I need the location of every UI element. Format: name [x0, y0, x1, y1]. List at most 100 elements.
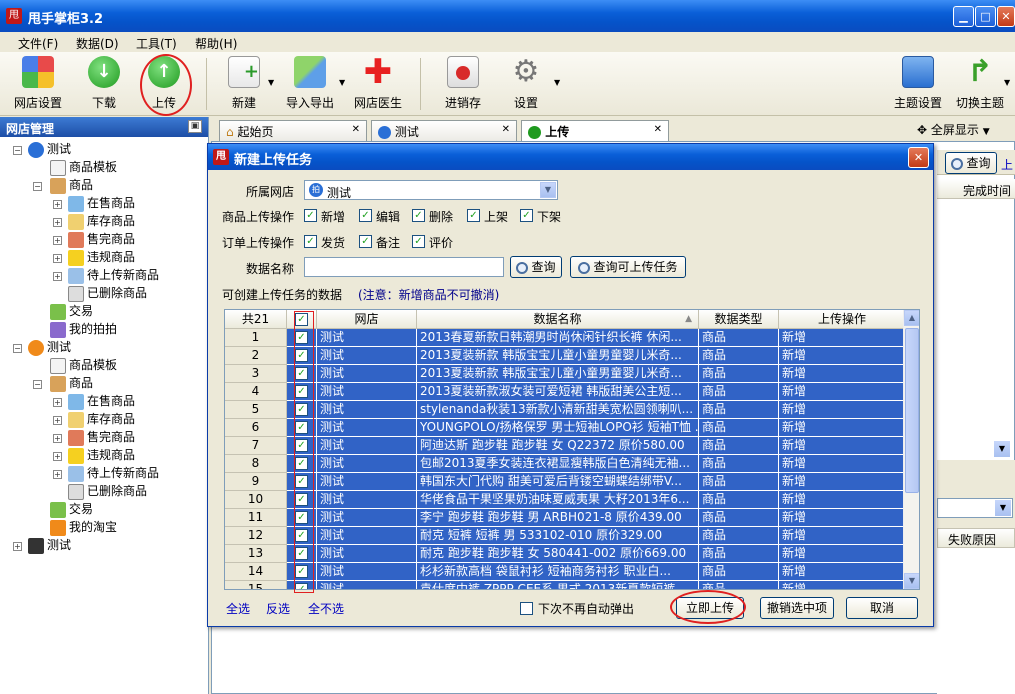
expand-icon[interactable]: +	[53, 416, 62, 425]
tree-item-template[interactable]: 商品模板	[50, 356, 117, 374]
expand-icon[interactable]: +	[53, 452, 62, 461]
checkbox-goods-delete[interactable]: ✓	[412, 209, 425, 222]
expand-icon[interactable]: +	[53, 272, 62, 281]
grid-vertical-scrollbar[interactable]: ▲ ▼	[903, 310, 919, 589]
checkbox-goods-delist[interactable]: ✓	[520, 209, 533, 222]
column-shop[interactable]: 网店	[317, 310, 417, 329]
column-data-type[interactable]: 数据类型	[699, 310, 779, 329]
maximize-button[interactable]: □	[975, 6, 996, 27]
checkbox-order-review[interactable]: ✓	[412, 235, 425, 248]
tab-close-icon[interactable]: ✕	[352, 124, 360, 135]
data-name-input[interactable]	[304, 257, 504, 277]
checkbox-goods-edit[interactable]: ✓	[359, 209, 372, 222]
toolbar-shop-settings-button[interactable]: 网店设置	[10, 56, 66, 114]
tree-item-on-sale[interactable]: 在售商品	[68, 194, 135, 212]
bg-query-button[interactable]: 查询	[945, 152, 997, 174]
table-row[interactable]: 13 ✓ 测试 耐克 跑步鞋 跑步鞋 女 580441-002 原价669.00 商品新…	[225, 545, 905, 563]
tree-shop-other[interactable]: 测试	[28, 536, 71, 554]
cancel-button[interactable]: 取消	[846, 597, 918, 619]
table-row[interactable]: 5 ✓ 测试 stylenanda秋装13新款小清新甜美宽松圆领喇叭... 商品 新增	[225, 401, 905, 419]
toolbar-settings-button[interactable]: ⚙ 设置	[508, 56, 544, 114]
table-row[interactable]: 15 ✓ 测试 袁仕度中裤 ZPPP CEE系 男式 2013新夏款短裤... 商品 新增	[225, 581, 905, 589]
checkbox-goods-add[interactable]: ✓	[304, 209, 317, 222]
toolbar-theme-settings-button[interactable]: 主题设置	[892, 56, 944, 114]
tree-shop-taobao[interactable]: 测试	[28, 338, 71, 356]
table-row[interactable]: 3 ✓ 测试 2013夏装新款 韩版宝宝儿童小童男童婴儿米奇... 商品 新增	[225, 365, 905, 383]
tree-item-pending-new[interactable]: 待上传新商品	[68, 266, 159, 284]
tree-item-on-sale[interactable]: 在售商品	[68, 392, 135, 410]
table-row[interactable]: 9 ✓ 测试 韩国东大门代购 甜美可爱后背镂空蝴蝶结绑带V... 商品 新增	[225, 473, 905, 491]
tree-item-my-taobao[interactable]: 我的淘宝	[50, 518, 117, 536]
collapse-icon[interactable]: −	[13, 146, 22, 155]
tab-close-icon[interactable]: ✕	[502, 124, 510, 135]
table-row[interactable]: 11 ✓ 测试 李宁 跑步鞋 跑步鞋 男 ARBH021-8 原价439.00 商品 新增	[225, 509, 905, 527]
tree-item-sold-out[interactable]: 售完商品	[68, 230, 135, 248]
query-button[interactable]: 查询	[510, 256, 562, 278]
settings-dropdown-arrow-icon[interactable]: ▼	[554, 78, 560, 87]
import-export-dropdown-arrow-icon[interactable]: ▼	[339, 78, 345, 87]
expand-icon[interactable]: +	[53, 470, 62, 479]
tree-item-goods[interactable]: 商品	[50, 176, 93, 194]
tree-item-violation[interactable]: 违规商品	[68, 248, 135, 266]
tab-close-icon[interactable]: ✕	[654, 124, 662, 135]
toolbar-switch-theme-button[interactable]: ↱ 切换主题	[954, 56, 1006, 114]
tree-item-trade[interactable]: 交易	[50, 500, 93, 518]
checkbox-goods-list[interactable]: ✓	[467, 209, 480, 222]
scroll-thumb[interactable]	[905, 328, 919, 493]
scroll-down-icon[interactable]: ▼	[994, 441, 1010, 457]
tree-item-violation[interactable]: 违规商品	[68, 446, 135, 464]
expand-icon[interactable]: +	[53, 434, 62, 443]
tree-item-deleted[interactable]: 已删除商品	[68, 284, 147, 302]
toolbar-shop-doctor-button[interactable]: ✚ 网店医生	[352, 55, 404, 114]
tree-item-goods[interactable]: 商品	[50, 374, 93, 392]
select-none-link[interactable]: 全不选	[308, 600, 344, 617]
tree-shop-paipai[interactable]: 测试	[28, 140, 71, 158]
expand-icon[interactable]: +	[53, 200, 62, 209]
tree-item-my-paipai[interactable]: 我的拍拍	[50, 320, 117, 338]
tree-item-stock[interactable]: 库存商品	[68, 410, 135, 428]
tab-shop-test[interactable]: 测试 ✕	[371, 120, 517, 141]
switch-theme-dropdown-arrow-icon[interactable]: ▼	[1004, 78, 1010, 87]
toolbar-import-export-button[interactable]: 导入导出	[282, 56, 338, 114]
expand-icon[interactable]: +	[13, 542, 22, 551]
menu-data[interactable]: 数据(D)	[76, 35, 119, 52]
collapse-icon[interactable]: −	[33, 380, 42, 389]
table-row[interactable]: 12 ✓ 测试 耐克 短裤 短裤 男 533102-010 原价329.00 商品 新增	[225, 527, 905, 545]
bg-filter-select[interactable]: ▼	[937, 498, 1013, 518]
select-all-link[interactable]: 全选	[226, 600, 250, 617]
column-data-name[interactable]: 数据名称 ▲	[417, 310, 699, 329]
new-dropdown-arrow-icon[interactable]: ▼	[268, 78, 274, 87]
tree-item-deleted[interactable]: 已删除商品	[68, 482, 147, 500]
cancel-selected-button[interactable]: 撤销选中项	[760, 597, 834, 619]
close-button[interactable]: ✕	[997, 6, 1015, 27]
fullscreen-button[interactable]: ✥ 全屏显示 ▼	[917, 121, 990, 138]
tree-item-stock[interactable]: 库存商品	[68, 212, 135, 230]
shop-select[interactable]: 拍 测试 ▼	[304, 180, 558, 200]
table-row[interactable]: 14 ✓ 测试 杉杉新款高档 袋鼠衬衫 短袖商务衬衫 职业白... 商品 新增	[225, 563, 905, 581]
query-uploadable-button[interactable]: 查询可上传任务	[570, 256, 686, 278]
expand-icon[interactable]: +	[53, 254, 62, 263]
table-row[interactable]: 7 ✓ 测试 阿迪达斯 跑步鞋 跑步鞋 女 Q22372 原价580.00 商品 新增	[225, 437, 905, 455]
dialog-close-button[interactable]: ✕	[908, 147, 929, 168]
menu-help[interactable]: 帮助(H)	[195, 35, 237, 52]
table-row[interactable]: 8 ✓ 测试 包邮2013夏季女装连衣裙显瘦韩版白色清纯无袖... 商品 新增	[225, 455, 905, 473]
no-auto-popup-checkbox[interactable]	[520, 602, 533, 615]
tab-start-page[interactable]: ⌂ 起始页 ✕	[219, 120, 367, 141]
pin-icon[interactable]: ▣	[188, 120, 202, 133]
table-row[interactable]: 4 ✓ 测试 2013夏装新款淑女装可爱短裙 韩版甜美公主短... 商品 新增	[225, 383, 905, 401]
scroll-up-icon[interactable]: ▲	[904, 310, 919, 326]
checkbox-order-ship[interactable]: ✓	[304, 235, 317, 248]
table-row[interactable]: 2 ✓ 测试 2013夏装新款 韩版宝宝儿童小童男童婴儿米奇... 商品 新增	[225, 347, 905, 365]
collapse-icon[interactable]: −	[33, 182, 42, 191]
bg-link[interactable]: 上	[1001, 156, 1013, 173]
tree-item-template[interactable]: 商品模板	[50, 158, 117, 176]
column-upload-op[interactable]: 上传操作	[779, 310, 905, 329]
toolbar-inventory-button[interactable]: 进销存	[442, 56, 484, 114]
table-row[interactable]: 6 ✓ 测试 YOUNGPOLO/扬格保罗 男士短袖LOPO衫 短袖T恤 ... 商品新…	[225, 419, 905, 437]
menu-file[interactable]: 文件(F)	[18, 35, 58, 52]
tree-item-pending-new[interactable]: 待上传新商品	[68, 464, 159, 482]
checkbox-order-remark[interactable]: ✓	[359, 235, 372, 248]
expand-icon[interactable]: +	[53, 236, 62, 245]
menu-tools[interactable]: 工具(T)	[136, 35, 177, 52]
toolbar-new-button[interactable]: + 新建	[226, 56, 262, 114]
